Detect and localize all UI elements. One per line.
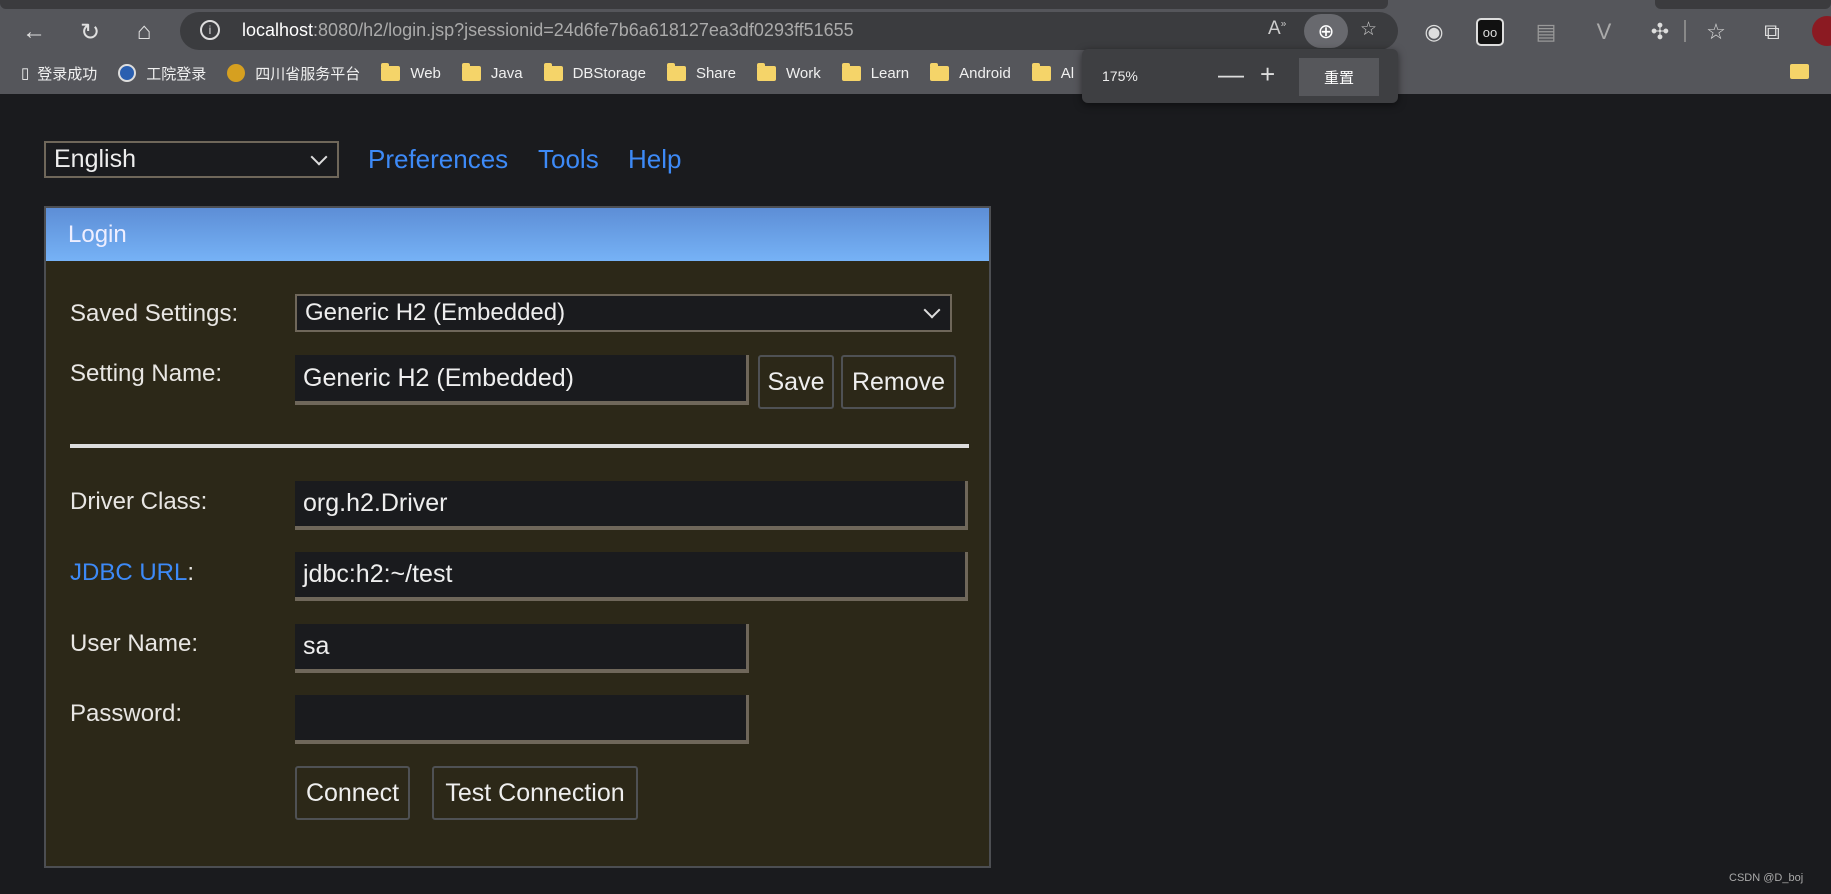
home-icon[interactable]: ⌂ — [126, 14, 162, 50]
folder-icon — [841, 62, 861, 81]
saved-settings-select[interactable]: Generic H2 (Embedded) — [295, 294, 952, 332]
vue-devtools-icon[interactable]: V — [1590, 18, 1618, 46]
bookmark-folder[interactable]: Android — [930, 62, 1011, 82]
page-icon: ▯ — [21, 65, 30, 82]
saved-settings-label: Saved Settings: — [70, 300, 239, 327]
login-header: Login — [46, 208, 989, 261]
login-panel: Login Saved Settings: Generic H2 (Embedd… — [44, 206, 991, 868]
zoom-icon[interactable]: ⊕ — [1304, 14, 1348, 48]
extensions-icon[interactable]: ✣ — [1646, 18, 1674, 46]
folder-icon — [666, 62, 686, 81]
login-title: Login — [68, 221, 127, 248]
back-icon[interactable]: ← — [16, 14, 52, 50]
user-name-label: User Name: — [70, 630, 199, 657]
jdbc-url-link[interactable]: JDBC URL — [70, 559, 187, 586]
bookmark-folder[interactable]: Learn — [841, 62, 909, 82]
divider — [1684, 20, 1686, 42]
bookmark-folder[interactable]: Web — [381, 62, 441, 82]
bookmark-folder[interactable]: Al — [1031, 62, 1074, 82]
zoom-level: 175% — [1102, 68, 1138, 84]
password-label: Password: — [70, 700, 183, 727]
divider — [70, 444, 969, 448]
info-icon[interactable]: i — [200, 20, 220, 40]
bookmark-folder[interactable]: DBStorage — [543, 62, 646, 82]
bookmark-folder[interactable]: Java — [461, 62, 523, 82]
address-bar[interactable]: i localhost:8080/h2/login.jsp?jsessionid… — [180, 12, 1398, 50]
connect-button[interactable]: Connect — [295, 766, 410, 820]
test-connection-button[interactable]: Test Connection — [432, 766, 638, 820]
extension-icon[interactable]: ◉ — [1420, 18, 1448, 46]
favorites-icon[interactable]: ☆ — [1702, 18, 1730, 46]
driver-class-input[interactable]: org.h2.Driver — [295, 481, 968, 530]
driver-class-label: Driver Class: — [70, 488, 208, 515]
folder-icon — [930, 62, 950, 81]
browser-tab[interactable] — [0, 0, 1388, 9]
collections-icon[interactable]: ⧉ — [1758, 18, 1786, 46]
extension-icon[interactable]: oo — [1476, 18, 1504, 46]
preferences-link[interactable]: Preferences — [368, 144, 508, 175]
bookmark[interactable]: ▯ 登录成功 — [21, 63, 97, 84]
folder-icon — [1031, 62, 1051, 81]
bookmark[interactable]: 工院登录 — [118, 63, 206, 84]
remove-button[interactable]: Remove — [841, 355, 956, 409]
read-aloud-icon[interactable]: A» — [1268, 18, 1286, 40]
folder-icon — [756, 62, 776, 81]
chevron-down-icon — [923, 301, 941, 319]
watermark: CSDN @D_boj — [1729, 872, 1804, 884]
chevron-down-icon — [310, 148, 328, 166]
folder-icon — [381, 62, 401, 81]
bookmarks-bar: ▯ 登录成功 工院登录 四川省服务平台 Web Java DBStorage Sh… — [0, 56, 1074, 90]
add-favorite-icon[interactable]: ☆ — [1360, 18, 1377, 41]
reader-icon[interactable]: ▤ — [1532, 18, 1560, 46]
folder-icon[interactable] — [1790, 64, 1809, 79]
tools-link[interactable]: Tools — [538, 144, 599, 175]
site-logo-icon — [227, 64, 246, 82]
browser-tab[interactable] — [1655, 0, 1831, 9]
jdbc-url-input[interactable]: jdbc:h2:~/test — [295, 552, 968, 601]
zoom-reset-button[interactable]: 重置 — [1299, 58, 1379, 96]
folder-icon — [543, 62, 563, 81]
bookmark-folder[interactable]: Share — [666, 62, 736, 82]
bookmark[interactable]: 四川省服务平台 — [227, 63, 360, 84]
folder-icon — [461, 62, 481, 81]
zoom-popup: 175% — + 重置 — [1082, 49, 1398, 103]
setting-name-input[interactable]: Generic H2 (Embedded) — [295, 355, 749, 405]
password-input[interactable] — [295, 695, 749, 744]
url-text[interactable]: localhost:8080/h2/login.jsp?jsessionid=2… — [242, 20, 854, 41]
setting-name-label: Setting Name: — [70, 360, 223, 387]
save-button[interactable]: Save — [758, 355, 834, 409]
site-logo-icon — [118, 64, 137, 82]
user-name-input[interactable]: sa — [295, 624, 749, 673]
language-select[interactable]: English — [44, 141, 339, 178]
help-link[interactable]: Help — [628, 144, 681, 175]
reload-icon[interactable]: ↻ — [72, 14, 108, 50]
zoom-out-button[interactable]: — — [1218, 59, 1244, 90]
zoom-in-button[interactable]: + — [1260, 59, 1275, 90]
bookmark-folder[interactable]: Work — [756, 62, 821, 82]
